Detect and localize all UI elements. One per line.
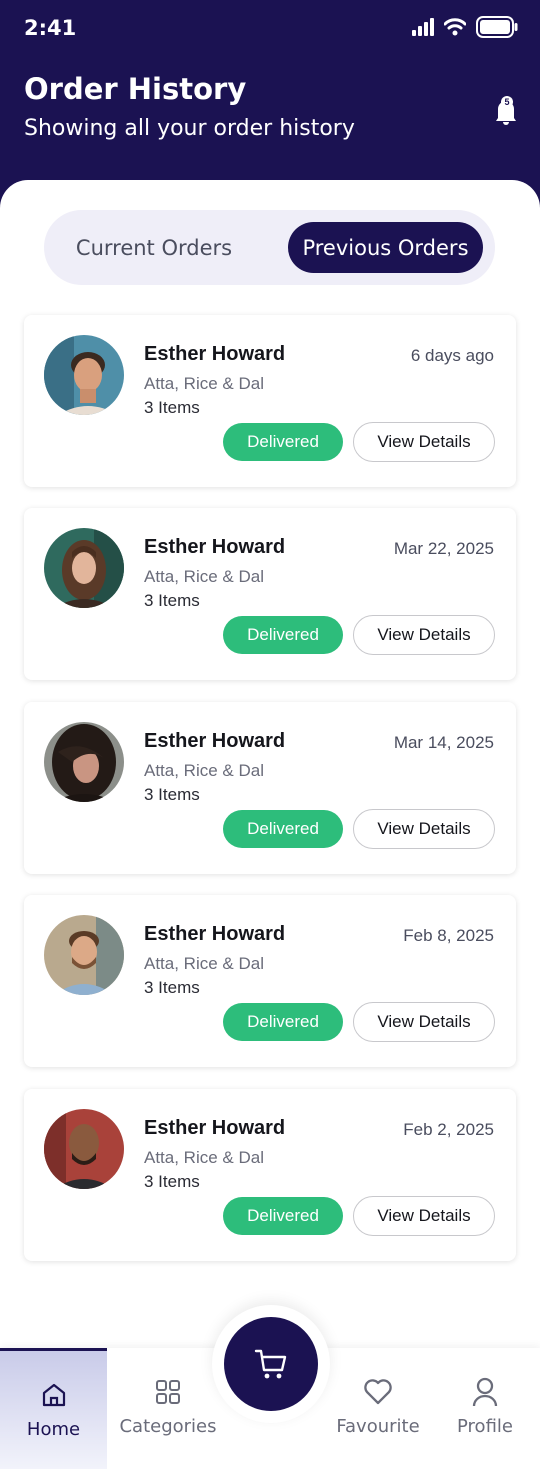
status-icons [412,16,518,38]
nav-item-profile[interactable]: Profile [432,1348,538,1469]
notification-button[interactable]: 5 [494,96,518,126]
user-icon [472,1377,498,1407]
wifi-icon [444,18,466,36]
tab-current-orders[interactable]: Current Orders [56,222,252,273]
heart-icon [364,1379,392,1405]
order-items-description: Atta, Rice & Dal [144,954,264,973]
customer-name: Esther Howard [144,923,286,945]
order-tabs: Current Orders Previous Orders [44,210,495,285]
avatar [44,722,124,802]
avatar [44,1109,124,1189]
page-header: Order History Showing all your order his… [0,58,540,188]
order-date: Mar 22, 2025 [393,539,494,558]
order-items-description: Atta, Rice & Dal [144,761,264,780]
battery-icon [476,16,518,38]
status-bar: 2:41 [0,0,540,58]
grid-icon [156,1380,180,1404]
order-items-count: 3 Items [144,591,200,610]
order-items-count: 3 Items [144,785,200,804]
nav-item-favourite[interactable]: Favourite [322,1348,434,1469]
cart-button[interactable] [224,1317,318,1411]
status-badge: Delivered [223,423,343,461]
customer-name: Esther Howard [144,343,286,365]
avatar [44,528,124,608]
status-badge: Delivered [223,810,343,848]
order-items-count: 3 Items [144,1172,200,1191]
order-card: Esther Howard Feb 8, 2025 Atta, Rice & D… [24,895,516,1067]
nav-label-profile: Profile [457,1416,513,1437]
tab-previous-orders[interactable]: Previous Orders [288,222,483,273]
page-subtitle: Showing all your order history [24,116,355,141]
home-icon [42,1383,65,1407]
order-date: Feb 2, 2025 [403,1120,494,1139]
nav-label-home: Home [26,1419,81,1440]
nav-item-categories[interactable]: Categories [112,1348,224,1469]
order-date: 6 days ago [410,346,494,365]
nav-item-home[interactable]: Home [0,1348,107,1469]
cart-fab-container [212,1305,330,1423]
view-details-button[interactable]: View Details [353,809,495,849]
view-details-button[interactable]: View Details [353,1196,495,1236]
view-details-button[interactable]: View Details [353,615,495,655]
bell-icon: 5 [496,96,516,125]
nav-label-categories: Categories [119,1416,217,1437]
order-items-count: 3 Items [144,398,200,417]
status-badge: Delivered [223,616,343,654]
status-time: 2:41 [24,16,77,40]
nav-label-favourite: Favourite [336,1416,420,1437]
avatar [44,915,124,995]
order-card: Esther Howard Mar 22, 2025 Atta, Rice & … [24,508,516,680]
order-items-description: Atta, Rice & Dal [144,567,264,586]
order-date: Mar 14, 2025 [393,733,494,752]
order-date: Feb 8, 2025 [403,926,494,945]
view-details-button[interactable]: View Details [353,1002,495,1042]
order-card: Esther Howard 6 days ago Atta, Rice & Da… [24,315,516,487]
view-details-button[interactable]: View Details [353,422,495,462]
signal-icon [412,18,434,36]
order-items-count: 3 Items [144,978,200,997]
notification-count: 5 [504,97,509,107]
customer-name: Esther Howard [144,730,286,752]
page-title: Order History [24,72,247,106]
avatar [44,335,124,415]
customer-name: Esther Howard [144,1117,286,1139]
cart-icon [254,1349,287,1379]
status-badge: Delivered [223,1003,343,1041]
order-card: Esther Howard Feb 2, 2025 Atta, Rice & D… [24,1089,516,1261]
status-badge: Delivered [223,1197,343,1235]
customer-name: Esther Howard [144,536,286,558]
order-items-description: Atta, Rice & Dal [144,374,264,393]
order-card: Esther Howard Mar 14, 2025 Atta, Rice & … [24,702,516,874]
main-content: Current Orders Previous Orders Esther Ho… [0,180,540,1469]
order-items-description: Atta, Rice & Dal [144,1148,264,1167]
